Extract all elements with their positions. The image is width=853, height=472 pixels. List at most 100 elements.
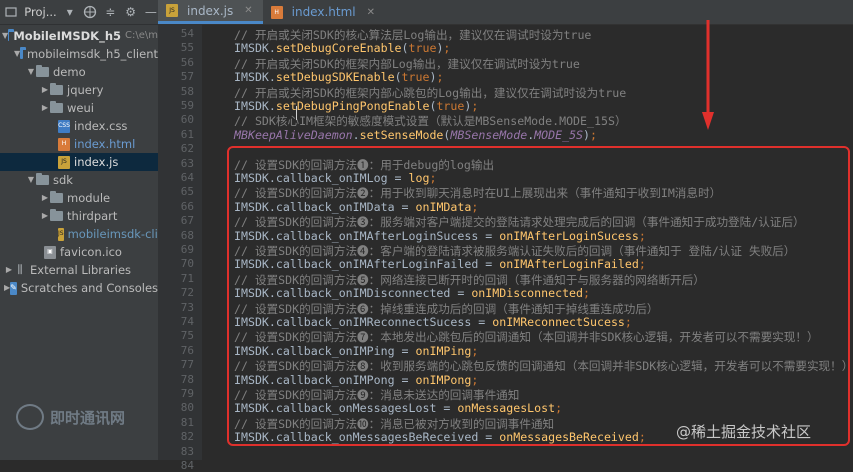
- tree-item-external-libraries[interactable]: ▶ ⫼ External Libraries: [0, 261, 158, 279]
- chevron-right-icon[interactable]: ▶: [40, 81, 50, 99]
- folder-icon: [36, 173, 49, 185]
- tree-item-label: index.js: [74, 155, 119, 169]
- line-number: 62: [180, 142, 194, 156]
- tree-item-scratches[interactable]: ▶ ✎ Scratches and Consoles: [0, 279, 158, 297]
- close-icon[interactable]: ✕: [367, 7, 375, 18]
- code-token: (: [394, 70, 402, 85]
- line-number: 57: [180, 70, 194, 84]
- watermark-left: 即时通讯网: [16, 404, 125, 430]
- line-number: 68: [180, 228, 194, 242]
- chevron-right-icon[interactable]: ▶: [4, 261, 14, 279]
- code-token: ;: [471, 99, 479, 113]
- tree-item-sdk[interactable]: ▼ sdk: [0, 171, 158, 189]
- code-line: IMSDK.setDebugPingPongEnable(true);: [234, 99, 478, 113]
- line-number: 82: [180, 430, 194, 444]
- tree-item-index-html[interactable]: H index.html: [0, 135, 158, 153]
- tree-item-favicon[interactable]: ▣ favicon.ico: [0, 243, 158, 261]
- tree-item-thirdpart[interactable]: ▶ thirdpart: [0, 207, 158, 225]
- chevron-right-icon[interactable]: ▶: [40, 207, 50, 225]
- line-number: 55: [180, 41, 194, 55]
- editor-tabs: JS index.js ✕ H index.html ✕: [158, 0, 853, 25]
- tree-item-label: External Libraries: [30, 263, 132, 277]
- code-token: ;: [590, 127, 598, 142]
- tree-item-index-css[interactable]: CSS index.css: [0, 117, 158, 135]
- gear-icon[interactable]: ⚙: [123, 4, 137, 20]
- tree-item-label: index.css: [74, 119, 128, 133]
- line-number: 84: [180, 459, 194, 472]
- code-token: setDebugCoreEnable: [275, 41, 402, 56]
- code-token: // 开启或关闭SDK的框架内部心跳包的Log输出，建议仅在调试时设为true: [234, 85, 627, 100]
- code-token: MBKeepAliveDaemon: [234, 127, 353, 142]
- tree-item-label: index.html: [74, 137, 136, 151]
- tree-item-weui[interactable]: ▶ weui: [0, 99, 158, 117]
- line-number: 75: [180, 329, 194, 343]
- line-number: 66: [180, 199, 194, 213]
- tree-item-demo[interactable]: ▼ demo: [0, 63, 158, 81]
- library-icon: ⫼: [17, 263, 23, 276]
- tree-item-root[interactable]: ▼ MobileIMSDK_h5 C:\e\m: [0, 27, 158, 45]
- folder-icon: [50, 101, 63, 113]
- tree-item-module[interactable]: ▶ module: [0, 189, 158, 207]
- tree-item-label: module: [67, 191, 111, 205]
- js-file-icon: JS: [166, 4, 178, 17]
- chevron-down-icon[interactable]: ▼: [26, 171, 36, 189]
- code-token: (: [401, 41, 409, 56]
- project-panel-title[interactable]: Proj...: [24, 5, 56, 19]
- tree-item-client[interactable]: ▼ mobileimsdk_h5_client: [0, 45, 158, 63]
- code-token: true: [408, 41, 437, 56]
- code-token: .: [268, 41, 276, 56]
- line-number: 83: [180, 444, 194, 458]
- chevron-down-icon[interactable]: ▼: [26, 63, 36, 81]
- tree-item-label: MobileIMSDK_h5: [13, 29, 122, 43]
- line-number: 60: [180, 113, 194, 127]
- line-number: 61: [180, 127, 194, 141]
- split-icon[interactable]: ≑: [103, 4, 117, 20]
- code-token: true: [401, 70, 430, 85]
- code-token: setDebugSDKEnable: [275, 70, 395, 85]
- folder-icon: [20, 47, 26, 59]
- tree-item-path: C:\e\m: [125, 30, 158, 41]
- close-icon[interactable]: ✕: [244, 5, 252, 16]
- code-token: setSenseMode: [359, 127, 444, 142]
- chevron-right-icon[interactable]: ▶: [40, 189, 50, 207]
- line-number: 73: [180, 300, 194, 314]
- scratches-icon: ✎: [10, 281, 17, 295]
- tree-item-label: mobileimsdk_h5_client: [26, 47, 158, 61]
- line-number: 59: [180, 99, 194, 112]
- line-number: 71: [180, 271, 194, 285]
- code-token: MODE_5S: [534, 127, 584, 142]
- logo-icon: [16, 404, 44, 430]
- tab-index-js[interactable]: JS index.js ✕: [158, 0, 263, 24]
- line-number: 70: [180, 257, 194, 271]
- tab-label: index.js: [187, 3, 234, 18]
- globe-icon[interactable]: [83, 4, 97, 20]
- folder-icon: [50, 209, 63, 221]
- line-number: 65: [180, 185, 194, 199]
- line-number: 58: [180, 84, 194, 98]
- css-file-icon: CSS: [58, 119, 70, 133]
- project-view-icon[interactable]: [4, 4, 18, 20]
- code-token: IMSDK: [234, 99, 269, 113]
- code-token: ): [583, 127, 591, 142]
- tree-item-jquery[interactable]: ▶ jquery: [0, 81, 158, 99]
- code-line: IMSDK.setDebugSDKEnable(true);: [234, 70, 443, 84]
- chevron-right-icon[interactable]: ▶: [40, 99, 50, 117]
- js-file-icon: JS: [58, 155, 70, 169]
- chevron-down-icon[interactable]: ▾: [63, 4, 77, 20]
- code-token: IMSDK: [234, 41, 269, 56]
- js-file-icon: JS: [58, 227, 64, 241]
- tab-index-html[interactable]: H index.html ✕: [263, 0, 385, 24]
- line-number: 69: [180, 243, 194, 256]
- tree-item-index-js[interactable]: JS index.js: [0, 153, 158, 171]
- tree-item-label: thirdpart: [67, 209, 118, 223]
- line-number: 79: [180, 387, 194, 400]
- tree-item-label: weui: [67, 101, 94, 115]
- highlight-box: [227, 146, 850, 446]
- minus-icon[interactable]: —: [144, 4, 158, 20]
- folder-icon: [50, 83, 63, 95]
- tree-item-mobileimsdk-client[interactable]: JS mobileimsdk-client: [0, 225, 177, 243]
- code-line: IMSDK.setDebugCoreEnable(true);: [234, 41, 450, 55]
- project-panel: Proj... ▾ ≑ ⚙ — ▼ MobileIMSDK_h5 C:\e\m …: [0, 0, 177, 460]
- line-number: 77: [180, 358, 194, 372]
- code-token: ;: [443, 41, 451, 56]
